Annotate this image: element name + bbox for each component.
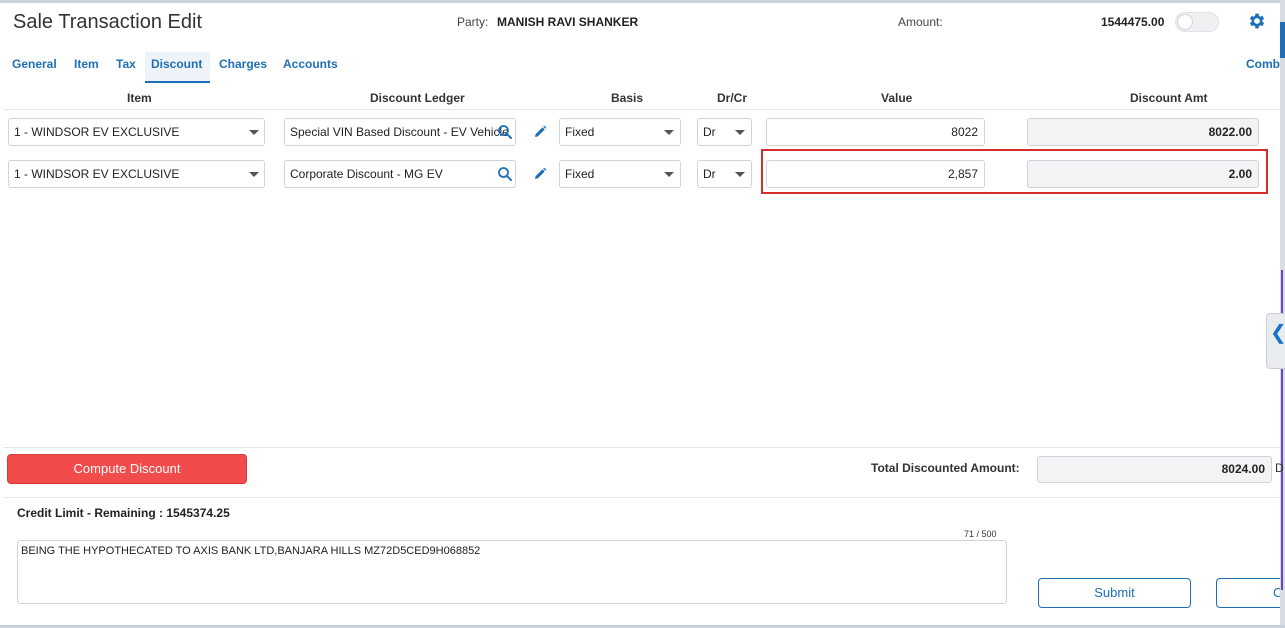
pencil-icon[interactable] <box>533 125 547 139</box>
top-border <box>0 0 1285 3</box>
tab-comb[interactable]: Comb <box>1246 57 1280 71</box>
column-header-drcr: Dr/Cr <box>717 91 748 105</box>
basis-select-value: Fixed <box>565 167 595 181</box>
drcr-select-value: Dr <box>703 167 716 181</box>
table-bottom-divider <box>3 447 1280 448</box>
tab-charges[interactable]: Charges <box>219 57 267 71</box>
side-panel-toggle[interactable]: ❮ <box>1266 313 1285 369</box>
total-suffix: D <box>1275 461 1284 475</box>
chevron-left-icon: ❮ <box>1270 320 1285 345</box>
chevron-down-icon <box>249 172 259 177</box>
narration-textarea[interactable]: BEING THE HYPOTHECATED TO AXIS BANK LTD,… <box>17 540 1007 604</box>
column-header-value: Value <box>881 91 913 105</box>
tab-tax[interactable]: Tax <box>116 57 136 71</box>
column-header-basis: Basis <box>611 91 644 105</box>
section-divider <box>3 497 1280 498</box>
chevron-down-icon <box>735 130 745 135</box>
basis-select[interactable]: Fixed <box>559 160 681 188</box>
submit-button[interactable]: Submit <box>1038 578 1191 608</box>
total-discounted-label: Total Discounted Amount: <box>871 461 1020 475</box>
pencil-icon[interactable] <box>533 167 547 181</box>
right-accent-bar <box>1280 22 1285 58</box>
discount-amt-field: 8022.00 <box>1027 118 1259 146</box>
drcr-select-value: Dr <box>703 125 716 139</box>
header-divider <box>3 109 1280 110</box>
value-input[interactable]: 8022 <box>766 118 985 146</box>
sale-transaction-edit-window: ❮ Sale Transaction Edit Party: MANISH RA… <box>0 0 1285 628</box>
cancel-button[interactable]: C <box>1216 578 1280 608</box>
ledger-input[interactable]: Corporate Discount - MG EV <box>284 160 516 188</box>
chevron-down-icon <box>249 130 259 135</box>
amount-label: Amount: <box>898 15 943 29</box>
column-header-discount-amt: Discount Amt <box>1130 91 1208 105</box>
column-header-item: Item <box>127 91 152 105</box>
highlight-box <box>761 149 1268 194</box>
party-label: Party: <box>457 15 489 29</box>
ledger-input-value: Special VIN Based Discount - EV Vehicle <box>290 125 509 139</box>
tab-accounts[interactable]: Accounts <box>283 57 338 71</box>
toggle-knob <box>1177 14 1193 30</box>
char-count: 71 / 500 <box>964 529 997 539</box>
ledger-input-value: Corporate Discount - MG EV <box>290 167 443 181</box>
chevron-down-icon <box>735 172 745 177</box>
chevron-down-icon <box>664 130 674 135</box>
credit-limit-label: Credit Limit - Remaining : 1545374.25 <box>17 506 230 520</box>
column-header-ledger: Discount Ledger <box>370 91 465 105</box>
ledger-input[interactable]: Special VIN Based Discount - EV Vehicle <box>284 118 516 146</box>
party-value: MANISH RAVI SHANKER <box>497 15 639 29</box>
search-icon[interactable] <box>497 166 513 182</box>
tab-discount[interactable]: Discount <box>151 57 202 71</box>
amount-value: 1544475.00 <box>1101 15 1165 29</box>
tab-item[interactable]: Item <box>74 57 99 71</box>
tab-general[interactable]: General <box>12 57 57 71</box>
total-discounted-field: 8024.00 <box>1037 456 1272 483</box>
item-select-value: 1 - WINDSOR EV EXCLUSIVE <box>14 167 180 181</box>
compute-discount-button[interactable]: Compute Discount <box>7 454 247 484</box>
search-icon[interactable] <box>497 124 513 140</box>
gear-icon[interactable] <box>1247 11 1267 31</box>
page-title: Sale Transaction Edit <box>13 11 202 33</box>
item-select[interactable]: 1 - WINDSOR EV EXCLUSIVE <box>8 160 265 188</box>
basis-select-value: Fixed <box>565 125 595 139</box>
amount-toggle[interactable] <box>1175 12 1219 32</box>
basis-select[interactable]: Fixed <box>559 118 681 146</box>
item-select-value: 1 - WINDSOR EV EXCLUSIVE <box>14 125 180 139</box>
item-select[interactable]: 1 - WINDSOR EV EXCLUSIVE <box>8 118 265 146</box>
chevron-down-icon <box>664 172 674 177</box>
